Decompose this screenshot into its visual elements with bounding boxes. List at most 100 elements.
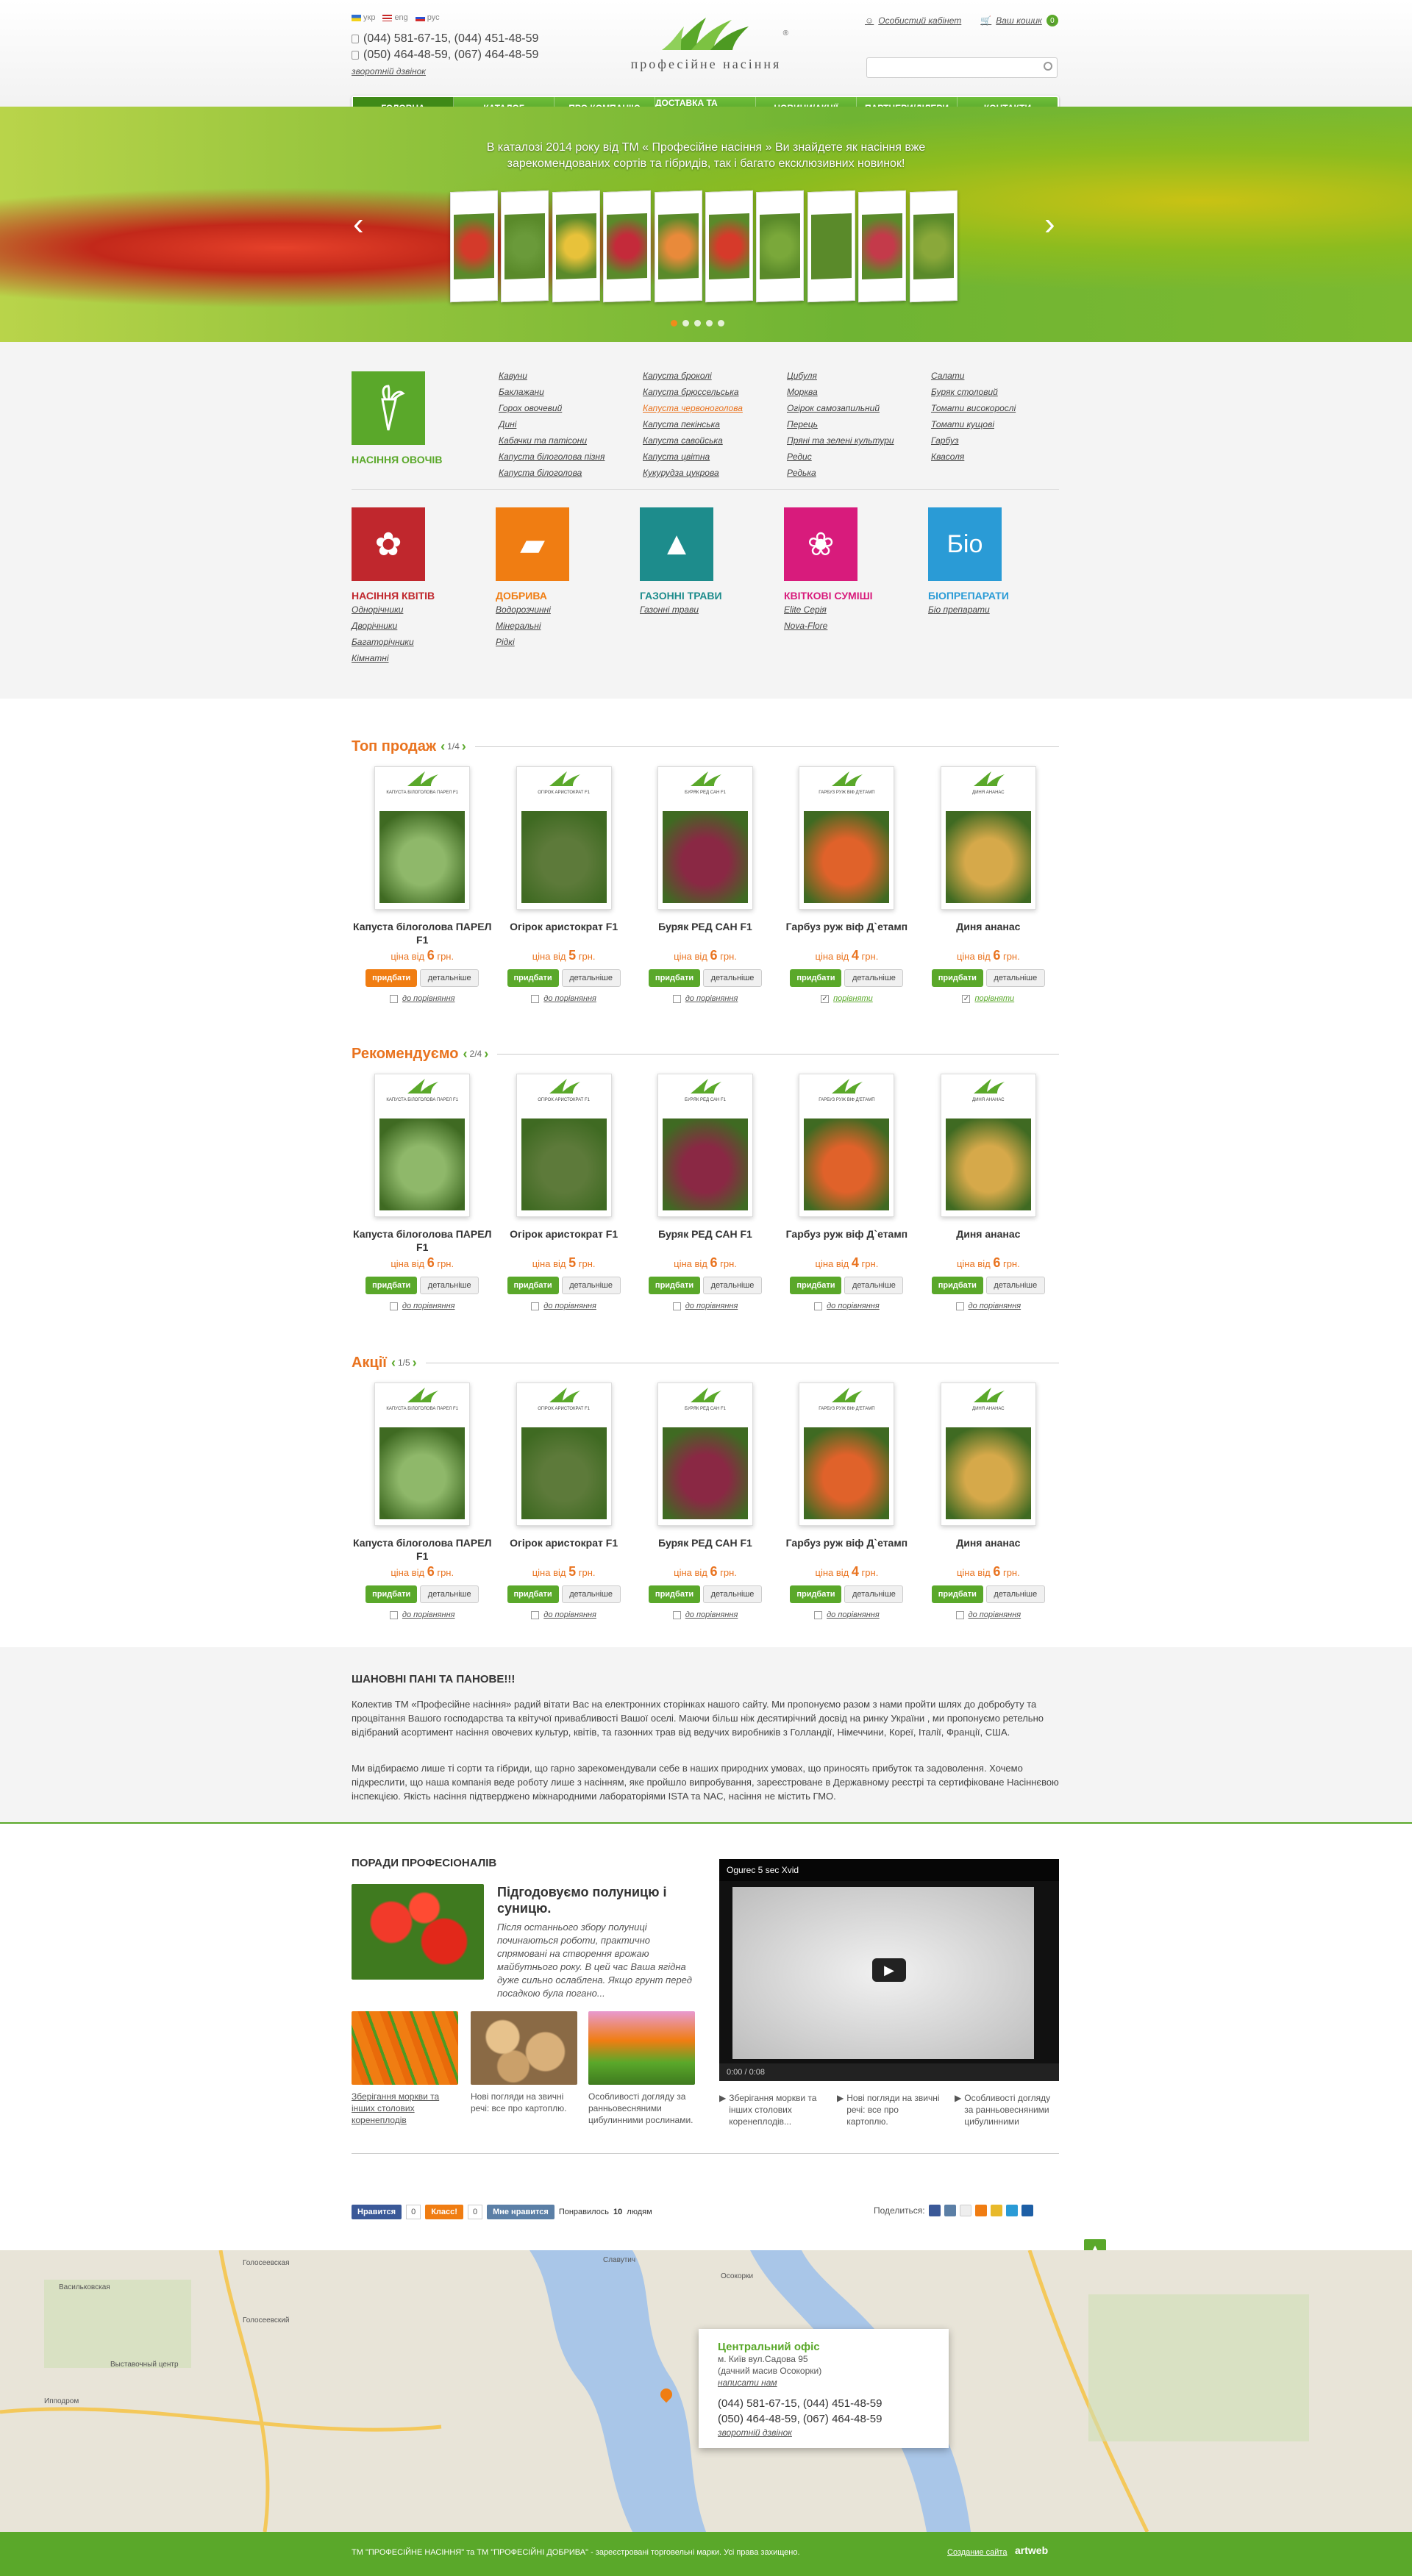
seed-pack[interactable] [603,190,652,303]
pager-prev-icon[interactable]: ‹ [463,1046,468,1062]
compare-checkbox[interactable]: до порівняння [352,1610,493,1619]
details-button[interactable]: детальніше [703,969,763,987]
lang-ua[interactable]: укр [352,13,375,22]
vegetable-link[interactable]: Кукурудза цукрова [643,465,787,481]
buy-button[interactable]: придбати [366,969,418,987]
buy-button[interactable]: придбати [931,969,983,987]
video-player[interactable]: Ogurec 5 sec Xvid ▶ 0:00 / 0:08 [719,1859,1059,2081]
seed-pack[interactable] [501,190,549,303]
compare-checkbox[interactable]: до порівняння [493,994,634,1003]
vegetable-link[interactable]: Кавуни [499,368,643,384]
strawberry-image[interactable] [352,1884,484,1980]
buy-button[interactable]: придбати [790,1277,842,1294]
category-link[interactable]: Рідкі [496,634,640,650]
callback-link[interactable]: зворотній дзвінок [352,63,538,79]
product-pack-image[interactable]: ОГІРОК АРИСТОКРАТ F1 [516,1382,612,1526]
compare-label[interactable]: до порівняння [685,1610,738,1619]
cabinet-link[interactable]: ☺ Особистий кабінет [865,15,961,26]
product-name[interactable]: Капуста білоголова ПАРЕЛ F1 [352,1536,493,1563]
category-title[interactable]: ГАЗОННІ ТРАВИ [640,590,784,602]
vegetable-link[interactable]: Цибуля [787,368,931,384]
compare-checkbox[interactable]: до порівняння [352,994,493,1003]
category-title[interactable]: БІОПРЕПАРАТИ [928,590,1072,602]
product-name[interactable]: Огірок аристократ F1 [493,1536,634,1563]
compare-checkbox[interactable]: до порівняння [493,1610,634,1619]
slider-prev-icon[interactable]: ‹ [353,208,368,240]
buy-button[interactable]: придбати [790,1585,842,1603]
buy-button[interactable]: придбати [790,969,842,987]
compare-checkbox[interactable]: до порівняння [776,1302,917,1310]
category-link[interactable]: Біо препарати [928,602,1072,618]
buy-button[interactable]: придбати [649,969,701,987]
category-title[interactable]: КВІТКОВІ СУМІШІ [784,590,928,602]
buy-button[interactable]: придбати [366,1585,418,1603]
vegetable-link[interactable]: Дині [499,416,643,432]
product-name[interactable]: Диня ананас [918,1227,1059,1254]
product-name[interactable]: Гарбуз руж віф Д`етамп [776,1227,917,1254]
details-button[interactable]: детальніше [844,1277,904,1294]
details-button[interactable]: детальніше [561,1585,621,1603]
vegetable-link[interactable]: Капуста червоноголова [643,400,787,416]
product-pack-image[interactable]: БУРЯК РЕД САН F1 [657,1074,754,1217]
search-input[interactable] [866,57,1058,78]
vegetable-link[interactable]: Пряні та зелені культури [787,432,931,449]
compare-label[interactable]: до порівняння [827,1302,880,1310]
checkbox-icon[interactable] [955,1610,964,1619]
compare-checkbox[interactable]: до порівняння [493,1302,634,1310]
product-pack-image[interactable]: ОГІРОК АРИСТОКРАТ F1 [516,766,612,910]
category-link[interactable]: Мінеральні [496,618,640,634]
search-icon[interactable] [1044,62,1052,71]
video-link[interactable]: ▶ Нові погляди на звичні речі: все про ка… [837,2092,941,2127]
buy-button[interactable]: придбати [931,1585,983,1603]
artweb-logo[interactable]: artweb [1015,2544,1048,2556]
checkbox-icon[interactable] [389,1302,398,1310]
seed-pack[interactable] [705,190,754,303]
logo[interactable]: професійне насіння ® [596,16,816,74]
seed-pack[interactable] [858,190,907,303]
product-pack-image[interactable]: БУРЯК РЕД САН F1 [657,1382,754,1526]
fb-like-button[interactable]: Нравится [352,2205,402,2219]
compare-checkbox[interactable]: до порівняння [918,1610,1059,1619]
category-link[interactable]: Водорозчинні [496,602,640,618]
product-pack-image[interactable]: ДИНЯ АНАНАС [940,1382,1036,1526]
checkbox-icon[interactable] [955,1302,964,1310]
checkbox-icon[interactable] [531,1610,540,1619]
checkbox-icon[interactable] [672,994,681,1003]
product-pack-image[interactable]: ГАРБУЗ РУЖ ВІФ Д'ЕТАМП [799,766,895,910]
buy-button[interactable]: придбати [649,1585,701,1603]
checkbox-icon[interactable] [814,1610,823,1619]
odnoklassniki-icon[interactable] [974,2205,987,2216]
product-name[interactable]: Огірок аристократ F1 [493,1227,634,1254]
category-4[interactable]: ❀ КВІТКОВІ СУМІШІ Elite Серія Nova-Flore [784,507,928,666]
vegetable-link[interactable]: Кабачки та патісони [499,432,643,449]
tip-caption[interactable]: Особливості догляду за ранньовесняними ц… [588,2091,695,2126]
twitter-icon[interactable] [1005,2205,1018,2216]
seed-pack[interactable] [450,190,499,303]
details-button[interactable]: детальніше [844,969,904,987]
vegetable-link[interactable]: Салати [931,368,1075,384]
details-button[interactable]: детальніше [420,1585,479,1603]
compare-label[interactable]: до порівняння [969,1302,1021,1310]
pager-next-icon[interactable]: › [484,1046,488,1062]
livejournal-icon[interactable] [1021,2205,1033,2216]
checkbox-icon[interactable] [672,1610,681,1619]
checkbox-icon[interactable] [814,1302,823,1310]
compare-label[interactable]: порівняти [833,994,873,1003]
compare-label[interactable]: до порівняння [402,1302,455,1310]
main-tip[interactable]: Підгодовуємо полуницю і суницю. Після ос… [352,1884,705,1999]
product-name[interactable]: Диня ананас [918,920,1059,946]
buy-button[interactable]: придбати [649,1277,701,1294]
details-button[interactable]: детальніше [985,969,1045,987]
buy-button[interactable]: придбати [507,969,559,987]
details-button[interactable]: детальніше [703,1585,763,1603]
video-link[interactable]: ▶ Особливості догляду за ранньовесняними … [955,2092,1059,2127]
category-5[interactable]: Біо БІОПРЕПАРАТИ Біо препарати [928,507,1072,666]
lang-en[interactable]: eng [382,13,408,22]
category-link[interactable]: Кімнатні [352,650,496,666]
product-name[interactable]: Гарбуз руж віф Д`етамп [776,920,917,946]
facebook-icon[interactable] [928,2205,941,2216]
office-callback-link[interactable]: зворотній дзвінок [718,2427,930,2438]
product-name[interactable]: Буряк РЕД САН F1 [635,1227,776,1254]
video-controls[interactable]: 0:00 / 0:08 [719,2063,1059,2081]
compare-label[interactable]: до порівняння [685,994,738,1003]
